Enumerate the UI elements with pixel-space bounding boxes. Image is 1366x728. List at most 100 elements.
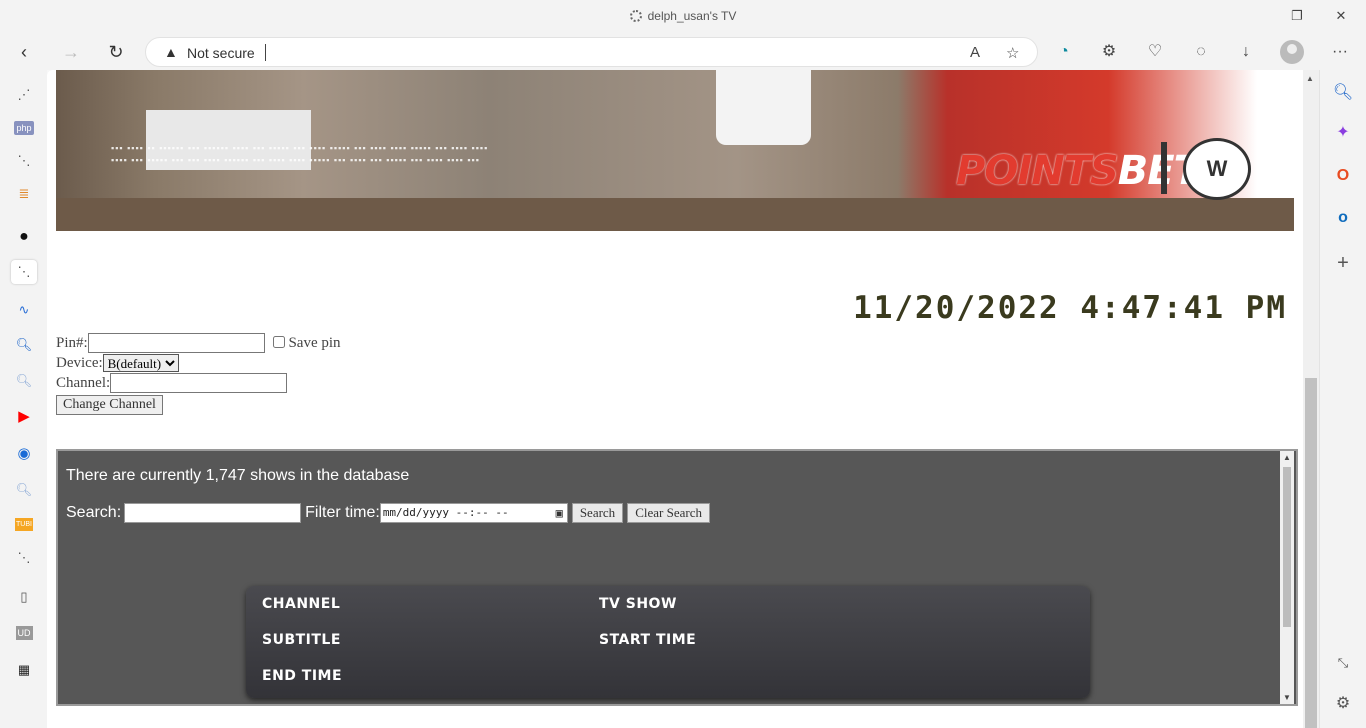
split-screen-icon[interactable]: ◌ [1190,41,1212,63]
calendar-icon[interactable]: ▣ [556,504,563,522]
search-icon[interactable]: 🔍︎ [11,478,37,502]
crest-letter: W [1206,156,1228,181]
channel-label: Channel: [56,375,111,391]
pin-row: Pin#: Save pin [56,333,341,353]
youtube-icon[interactable]: ▶ [11,405,37,429]
filter-time-placeholder: mm/dd/yyyy --:-- -- [382,506,509,519]
id-label: UD [15,626,33,640]
scroll-up-icon[interactable]: ▲ [1283,453,1291,462]
filter-time-label: Filter time: [305,504,380,522]
loading-icon [629,10,642,22]
close-icon[interactable]: ✕ [1331,6,1351,26]
qr-icon[interactable]: ▦ [11,658,37,682]
banner-object [716,70,811,145]
pointsbet-logo-red: POINTS [956,148,1119,194]
id-icon[interactable]: UD [11,621,37,645]
change-channel-row: Change Channel [56,393,341,415]
banner-ticker-text: ▪▪▪ ▪▪▪▪ ▪▪ ▪▪▪▪▪▪ ▪▪▪ ▪▪▪▪▪▪ ▪▪▪▪ ▪▪▪ ▪… [111,143,489,165]
shows-scrollbar[interactable]: ▲ ▼ [1280,451,1294,704]
channel-row: Channel: [56,373,341,393]
page-icon[interactable]: ⋱ [11,149,37,173]
tubi-icon[interactable]: TUBI [11,513,37,537]
browser-icon[interactable]: ◉ [11,442,37,466]
forward-icon[interactable]: → [58,39,84,65]
downloads-icon[interactable]: ↓ [1235,41,1257,63]
pin-input[interactable] [87,333,265,353]
edge-shopping-icon[interactable]: ◔ [1053,41,1075,63]
banner-strip [56,198,1294,231]
search-input[interactable] [124,503,302,523]
copilot-icon[interactable]: ✦ [1330,120,1356,146]
read-aloud-icon[interactable]: A [970,44,980,61]
scroll-down-icon[interactable]: ▼ [1283,693,1291,702]
php-icon[interactable]: php [11,116,37,140]
back-icon[interactable]: ‹ [11,39,37,65]
scroll-up-icon[interactable]: ▲ [1306,74,1314,83]
sync-icon[interactable]: ♡ [1144,41,1166,63]
settings-icon[interactable]: ⚙ [1330,691,1356,717]
device-select[interactable]: B(default) [102,354,179,372]
more-icon[interactable]: ··· [1329,41,1351,63]
channel-form: Pin#: Save pin Device: B(default) Channel… [56,333,341,415]
shows-count-text: There are currently 1,747 shows in the d… [66,467,410,484]
tubi-label: TUBI [15,518,33,531]
refresh-icon[interactable]: ↻ [103,39,129,65]
shows-scrollbar-thumb[interactable] [1283,467,1291,627]
screenshot-icon[interactable]: ⤡ [1330,650,1356,676]
office-icon[interactable]: O [1330,163,1356,189]
pin-label: Pin#: [56,335,88,351]
column-header-tv-show[interactable]: TV SHOW [599,596,677,612]
warning-icon[interactable]: ▲ [164,44,178,60]
page-icon[interactable]: ⋱ [11,546,37,570]
search-icon[interactable]: 🔍︎ [11,369,37,393]
chart-icon[interactable]: ∿ [11,298,37,322]
banner-image: ▪▪▪ ▪▪▪▪ ▪▪ ▪▪▪▪▪▪ ▪▪▪ ▪▪▪▪▪▪ ▪▪▪▪ ▪▪▪ ▪… [56,70,1294,231]
page-scrollbar-thumb[interactable] [1305,378,1317,728]
right-sidebar: 🔍︎ ✦ O o + ⤡ ⚙ [1319,70,1366,728]
file-icon[interactable]: ▯ [11,585,37,609]
bookmark-icon[interactable]: ≣ [11,182,37,206]
php-label: php [14,121,34,135]
tab-title-text: delph_usan's TV [647,9,737,23]
tab-title: delph_usan's TV [0,9,1366,23]
left-sidebar: ⋰ php ⋱ ≣ ● ⋱ ∿ 🔍︎ 🔍︎ ▶ ◉ 🔍︎ TUBI ⋱ ▯ UD… [0,70,47,728]
device-label: Device: [56,355,103,371]
clock-display: 11/20/2022 4:47:41 PM [853,290,1287,326]
favorite-add-icon[interactable]: ☆ [1006,44,1019,62]
grid-icon[interactable]: ⋰ [11,83,37,107]
profile-icon[interactable] [1280,40,1304,64]
page-scrollbar[interactable]: ▲ [1303,70,1319,728]
shows-table-header: CHANNEL TV SHOW SUBTITLE START TIME END … [246,586,1090,698]
team-crest-logo: W [1183,138,1251,200]
github-icon[interactable]: ● [11,225,37,249]
navigation-bar: ‹ → ↻ ▲ Not secure A ☆ ◔ ⚙ ♡ ◌ ↓ ··· [0,32,1366,70]
column-header-channel[interactable]: CHANNEL [262,596,340,612]
search-icon[interactable]: 🔍︎ [1330,80,1356,106]
title-bar: delph_usan's TV ❐ ✕ [0,0,1366,32]
search-row: Search: Filter time: mm/dd/yyyy --:-- -- ▣ S… [66,503,710,523]
extensions-icon[interactable]: ⚙ [1098,41,1120,63]
search-icon[interactable]: 🔍︎ [11,333,37,357]
search-label: Search: [66,504,122,522]
page-viewport: ▪▪▪ ▪▪▪▪ ▪▪ ▪▪▪▪▪▪ ▪▪▪ ▪▪▪▪▪▪ ▪▪▪▪ ▪▪▪ ▪… [47,70,1303,728]
device-row: Device: B(default) [56,353,341,373]
address-bar[interactable]: ▲ Not secure A ☆ [145,37,1038,67]
clear-search-button[interactable]: Clear Search [627,503,710,523]
channel-input[interactable] [110,373,288,393]
column-header-subtitle[interactable]: SUBTITLE [262,632,341,648]
shows-panel: There are currently 1,747 shows in the d… [56,449,1298,706]
outlook-icon[interactable]: o [1330,205,1356,231]
page-icon[interactable]: ⋱ [11,260,37,284]
change-channel-button[interactable]: Change Channel [56,395,163,415]
restore-icon[interactable]: ❐ [1287,6,1307,26]
not-secure-label[interactable]: Not secure [187,45,255,61]
save-pin-checkbox[interactable] [272,336,285,348]
filter-time-input[interactable]: mm/dd/yyyy --:-- -- ▣ [379,503,568,523]
logo-divider [1161,142,1167,194]
add-icon[interactable]: + [1330,250,1356,276]
column-header-start-time[interactable]: START TIME [599,632,696,648]
save-pin-label: Save pin [288,335,341,351]
text-cursor [265,44,266,61]
search-button[interactable]: Search [571,503,624,523]
column-header-end-time[interactable]: END TIME [262,668,342,684]
